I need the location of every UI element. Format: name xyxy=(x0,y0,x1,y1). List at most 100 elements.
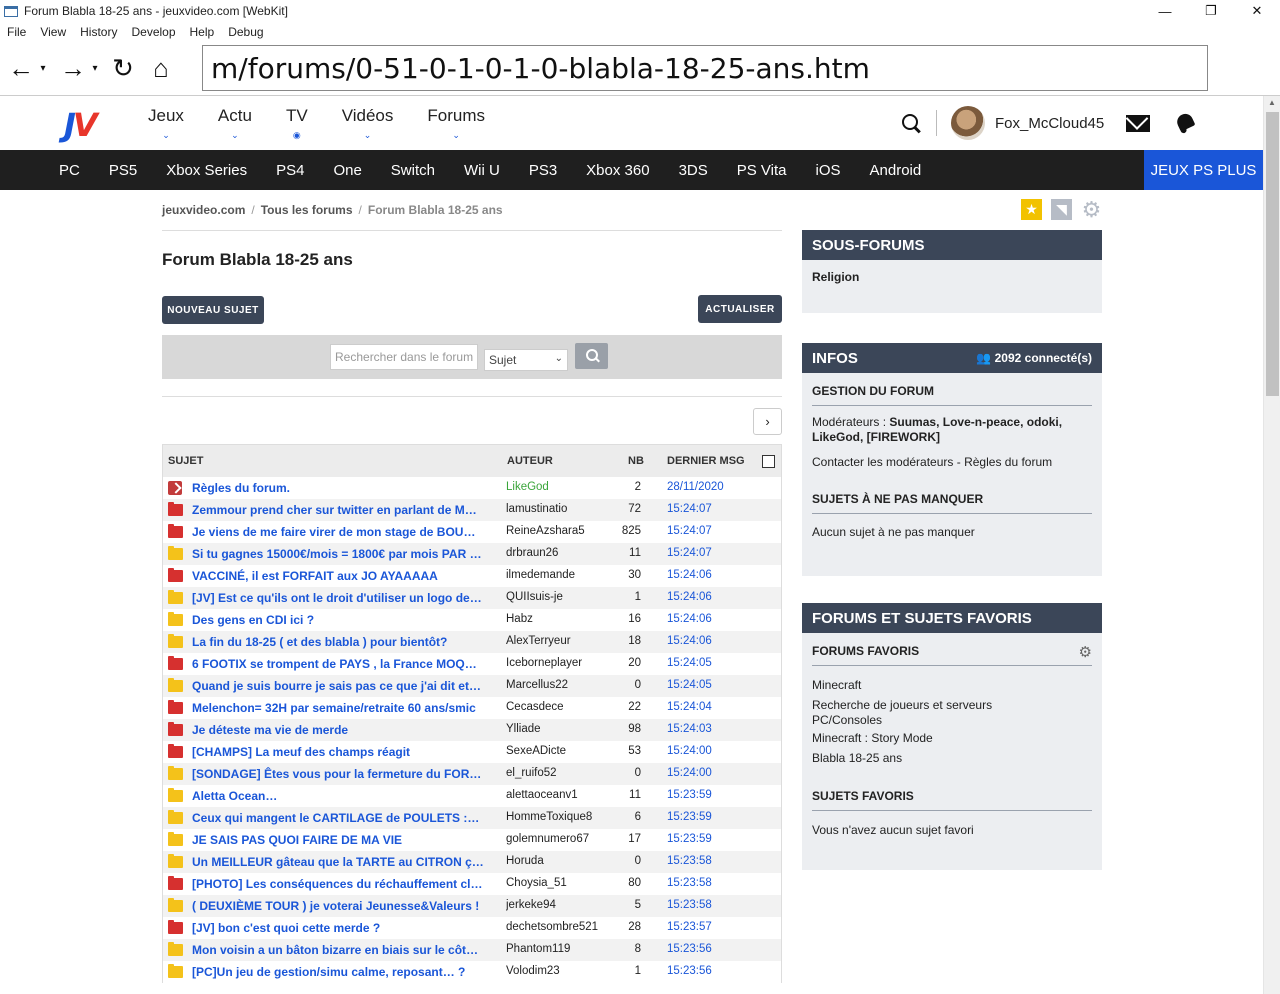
table-row[interactable]: Si tu gagnes 15000€/mois = 1800€ par moi… xyxy=(163,543,781,565)
search-input[interactable]: Rechercher dans le forum xyxy=(330,344,478,370)
topic-subject-link[interactable]: Un MEILLEUR gâteau que la TARTE au CITRO… xyxy=(192,855,484,869)
table-row[interactable]: [PC]Un jeu de gestion/simu calme, reposa… xyxy=(163,961,781,983)
topic-last-message[interactable]: 15:24:07 xyxy=(667,525,712,537)
topic-subject-link[interactable]: Zemmour prend cher sur twitter en parlan… xyxy=(192,503,484,517)
topic-last-message[interactable]: 15:24:06 xyxy=(667,569,712,581)
topic-subject-link[interactable]: [SONDAGE] Êtes vous pour la fermeture du… xyxy=(192,767,484,781)
topic-last-message[interactable]: 15:23:57 xyxy=(667,921,712,933)
gear-icon[interactable]: ⚙ xyxy=(1081,197,1102,222)
nav-jeux[interactable]: Jeux ⌄ xyxy=(148,106,184,141)
table-row[interactable]: 6 FOOTIX se trompent de PAYS , la France… xyxy=(163,653,781,675)
topic-subject-link[interactable]: ( DEUXIÈME TOUR ) je voterai Jeunesse&Va… xyxy=(192,899,484,913)
menu-file[interactable]: File xyxy=(0,25,33,39)
table-row[interactable]: [CHAMPS] La meuf des champs réagit SexeAD… xyxy=(163,741,781,763)
topic-subject-link[interactable]: Quand je suis bourre je sais pas ce que … xyxy=(192,679,484,693)
nav-tv[interactable]: TV ◉ xyxy=(286,106,308,141)
table-row[interactable]: Ceux qui mangent le CARTILAGE de POULETS… xyxy=(163,807,781,829)
platform-ios[interactable]: iOS xyxy=(816,162,841,179)
topic-last-message[interactable]: 15:23:58 xyxy=(667,855,712,867)
topic-last-message[interactable]: 15:23:58 xyxy=(667,899,712,911)
menu-develop[interactable]: Develop xyxy=(124,25,182,39)
topic-subject-link[interactable]: [CHAMPS] La meuf des champs réagit xyxy=(192,745,484,759)
topic-subject-link[interactable]: Je déteste ma vie de merde xyxy=(192,723,484,737)
platform-ps4[interactable]: PS4 xyxy=(276,162,304,179)
platform-xbox-360[interactable]: Xbox 360 xyxy=(586,162,649,179)
topic-subject-link[interactable]: Je viens de me faire virer de mon stage … xyxy=(192,525,484,539)
subforum-religion[interactable]: Religion xyxy=(812,270,1092,285)
topic-last-message[interactable]: 15:24:03 xyxy=(667,723,712,735)
table-row[interactable]: [JV] Est ce qu'ils ont le droit d'utilis… xyxy=(163,587,781,609)
table-row[interactable]: Des gens en CDI ici ? Habz 16 15:24:06 xyxy=(163,609,781,631)
topic-last-message[interactable]: 15:24:04 xyxy=(667,701,712,713)
topic-last-message[interactable]: 15:24:00 xyxy=(667,745,712,757)
topic-subject-link[interactable]: [PHOTO] Les conséquences du réchauffemen… xyxy=(192,877,484,891)
menu-debug[interactable]: Debug xyxy=(221,25,270,39)
table-row[interactable]: Zemmour prend cher sur twitter en parlan… xyxy=(163,499,781,521)
table-row[interactable]: JE SAIS PAS QUOI FAIRE DE MA VIE golemnum… xyxy=(163,829,781,851)
topic-last-message[interactable]: 15:23:59 xyxy=(667,811,712,823)
platform-wii-u[interactable]: Wii U xyxy=(464,162,500,179)
topic-subject-link[interactable]: [JV] bon c'est quoi cette merde ? xyxy=(192,921,484,935)
platform-ps5[interactable]: PS5 xyxy=(109,162,137,179)
topic-last-message[interactable]: 15:23:56 xyxy=(667,943,712,955)
topic-last-message[interactable]: 15:23:56 xyxy=(667,965,712,977)
rss-icon[interactable]: ◥ xyxy=(1051,199,1072,220)
topic-last-message[interactable]: 15:24:05 xyxy=(667,657,712,669)
topic-last-message[interactable]: 15:24:07 xyxy=(667,503,712,515)
topic-subject-link[interactable]: Règles du forum. xyxy=(192,481,484,495)
gear-icon[interactable]: ⚙ xyxy=(1079,643,1092,661)
menu-help[interactable]: Help xyxy=(183,25,222,39)
topic-last-message[interactable]: 15:24:06 xyxy=(667,635,712,647)
table-row[interactable]: Aletta Ocean… alettaoceanv1 11 15:23:59 xyxy=(163,785,781,807)
search-icon[interactable] xyxy=(900,112,922,134)
select-all-checkbox[interactable] xyxy=(762,455,775,468)
minimize-icon[interactable]: — xyxy=(1142,0,1188,22)
address-bar[interactable]: m/forums/0-51-0-1-0-1-0-blabla-18-25-ans… xyxy=(202,45,1208,91)
table-row[interactable]: Quand je suis bourre je sais pas ce que … xyxy=(163,675,781,697)
forward-arrow-icon[interactable]: → xyxy=(58,49,88,89)
topic-last-message[interactable]: 15:24:00 xyxy=(667,767,712,779)
avatar[interactable] xyxy=(951,106,985,140)
topic-subject-link[interactable]: Melenchon= 32H par semaine/retraite 60 a… xyxy=(192,701,484,715)
new-topic-button[interactable]: NOUVEAU SUJET xyxy=(162,296,264,324)
search-scope-select[interactable]: Sujet ⌄ xyxy=(484,349,568,371)
topic-subject-link[interactable]: [JV] Est ce qu'ils ont le droit d'utilis… xyxy=(192,591,484,605)
nav-forums[interactable]: Forums ⌄ xyxy=(427,106,485,141)
platform-android[interactable]: Android xyxy=(870,162,922,179)
refresh-button[interactable]: ACTUALISER xyxy=(698,295,782,323)
restore-icon[interactable]: ❐ xyxy=(1188,0,1234,22)
topic-last-message[interactable]: 15:24:06 xyxy=(667,591,712,603)
topic-last-message[interactable]: 15:24:07 xyxy=(667,547,712,559)
topic-subject-link[interactable]: Aletta Ocean… xyxy=(192,789,484,803)
topic-subject-link[interactable]: JE SAIS PAS QUOI FAIRE DE MA VIE xyxy=(192,833,484,847)
topic-subject-link[interactable]: 6 FOOTIX se trompent de PAYS , la France… xyxy=(192,657,484,671)
platform-ps-vita[interactable]: PS Vita xyxy=(737,162,787,179)
close-icon[interactable]: ✕ xyxy=(1234,0,1280,22)
topic-subject-link[interactable]: La fin du 18-25 ( et des blabla ) pour b… xyxy=(192,635,484,649)
jv-logo[interactable]: JV xyxy=(64,106,98,144)
reload-icon[interactable]: ↻ xyxy=(108,49,138,89)
platform-3ds[interactable]: 3DS xyxy=(679,162,708,179)
topic-subject-link[interactable]: Si tu gagnes 15000€/mois = 1800€ par moi… xyxy=(192,547,484,561)
menu-view[interactable]: View xyxy=(33,25,73,39)
notification-bell-icon[interactable] xyxy=(1174,112,1196,134)
back-history-chevron-icon[interactable]: ▾ xyxy=(36,49,50,89)
topic-last-message[interactable]: 15:24:06 xyxy=(667,613,712,625)
topic-last-message[interactable]: 15:24:05 xyxy=(667,679,712,691)
breadcrumb-all-forums[interactable]: Tous les forums xyxy=(261,203,353,217)
home-icon[interactable]: ⌂ xyxy=(146,49,176,89)
topic-subject-link[interactable]: Mon voisin a un bâton bizarre en biais s… xyxy=(192,943,484,957)
topic-last-message[interactable]: 28/11/2020 xyxy=(667,481,724,493)
table-row[interactable]: VACCINÉ, il est FORFAIT aux JO AYAAAAA il… xyxy=(163,565,781,587)
platform-switch[interactable]: Switch xyxy=(391,162,435,179)
table-row[interactable]: Un MEILLEUR gâteau que la TARTE au CITRO… xyxy=(163,851,781,873)
next-page-button[interactable]: › xyxy=(753,408,782,435)
nav-videos[interactable]: Vidéos ⌄ xyxy=(342,106,394,141)
topic-subject-link[interactable]: VACCINÉ, il est FORFAIT aux JO AYAAAAA xyxy=(192,569,484,583)
username[interactable]: Fox_McCloud45 xyxy=(995,115,1104,132)
scroll-up-icon[interactable]: ▲ xyxy=(1268,98,1276,107)
forum-rules-link[interactable]: Règles du forum xyxy=(964,455,1052,469)
topic-last-message[interactable]: 15:23:59 xyxy=(667,789,712,801)
topic-subject-link[interactable]: Ceux qui mangent le CARTILAGE de POULETS… xyxy=(192,811,484,825)
table-row[interactable]: ( DEUXIÈME TOUR ) je voterai Jeunesse&Va… xyxy=(163,895,781,917)
